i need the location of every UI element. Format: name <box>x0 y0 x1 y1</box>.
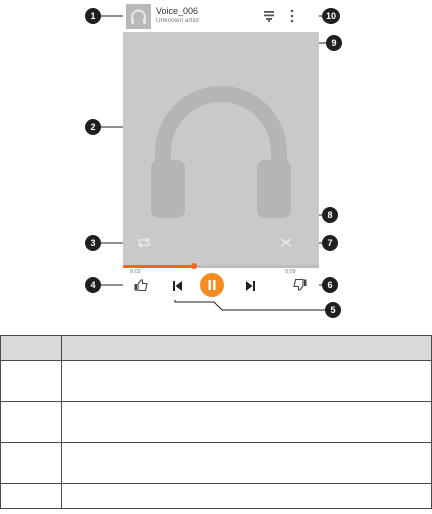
headphones-icon <box>131 9 146 24</box>
callout-5: 5 <box>325 302 341 318</box>
skip-next-icon[interactable] <box>246 281 255 291</box>
callout-7: 7 <box>322 235 338 251</box>
track-artist: Unknown artist <box>156 17 199 24</box>
thumbs-up-icon[interactable] <box>134 279 148 291</box>
seek-bar-fill <box>123 265 194 268</box>
play-pause-button[interactable] <box>200 273 224 297</box>
seek-bar[interactable] <box>123 263 319 269</box>
legend-cell-description <box>61 401 432 443</box>
seek-bar-handle[interactable] <box>190 263 197 269</box>
callout-6: 6 <box>322 277 338 293</box>
shuffle-icon[interactable] <box>280 237 292 248</box>
skip-previous-icon[interactable] <box>173 281 182 291</box>
legend-header-description <box>61 335 432 361</box>
legend-cell-number <box>0 483 62 509</box>
pause-icon <box>208 280 216 290</box>
legend-row <box>0 442 432 484</box>
legend-cell-description <box>61 442 432 484</box>
legend-header-number <box>0 335 62 361</box>
legend-cell-description <box>61 483 432 509</box>
legend-cell-description <box>61 360 432 402</box>
headphones-icon <box>151 86 291 218</box>
track-title: Voice_006 <box>156 6 199 16</box>
legend-header-row <box>0 335 432 361</box>
album-art <box>123 32 319 265</box>
legend-cell-number <box>0 401 62 443</box>
callout-8: 8 <box>322 207 338 223</box>
repeat-icon[interactable] <box>137 237 151 248</box>
music-player-screen: Voice_006 Unknown artist 0:03 0:09 <box>123 0 319 300</box>
callout-2: 2 <box>85 119 101 135</box>
callout-3: 3 <box>85 235 101 251</box>
playlist-icon[interactable] <box>264 10 276 22</box>
legend-cell-number <box>0 360 62 402</box>
more-vert-icon[interactable] <box>289 9 295 23</box>
album-thumbnail[interactable] <box>126 4 151 29</box>
legend-row <box>0 401 432 443</box>
legend-table <box>0 335 432 509</box>
callout-4: 4 <box>85 277 101 293</box>
playback-controls <box>123 270 319 300</box>
callout-10: 10 <box>322 8 340 24</box>
legend-row <box>0 360 432 402</box>
callout-1: 1 <box>85 8 101 24</box>
callout-9: 9 <box>326 35 342 51</box>
legend-cell-number <box>0 442 62 484</box>
now-playing-header: Voice_006 Unknown artist <box>123 0 319 33</box>
thumbs-down-icon[interactable] <box>293 279 307 291</box>
legend-row <box>0 483 432 509</box>
